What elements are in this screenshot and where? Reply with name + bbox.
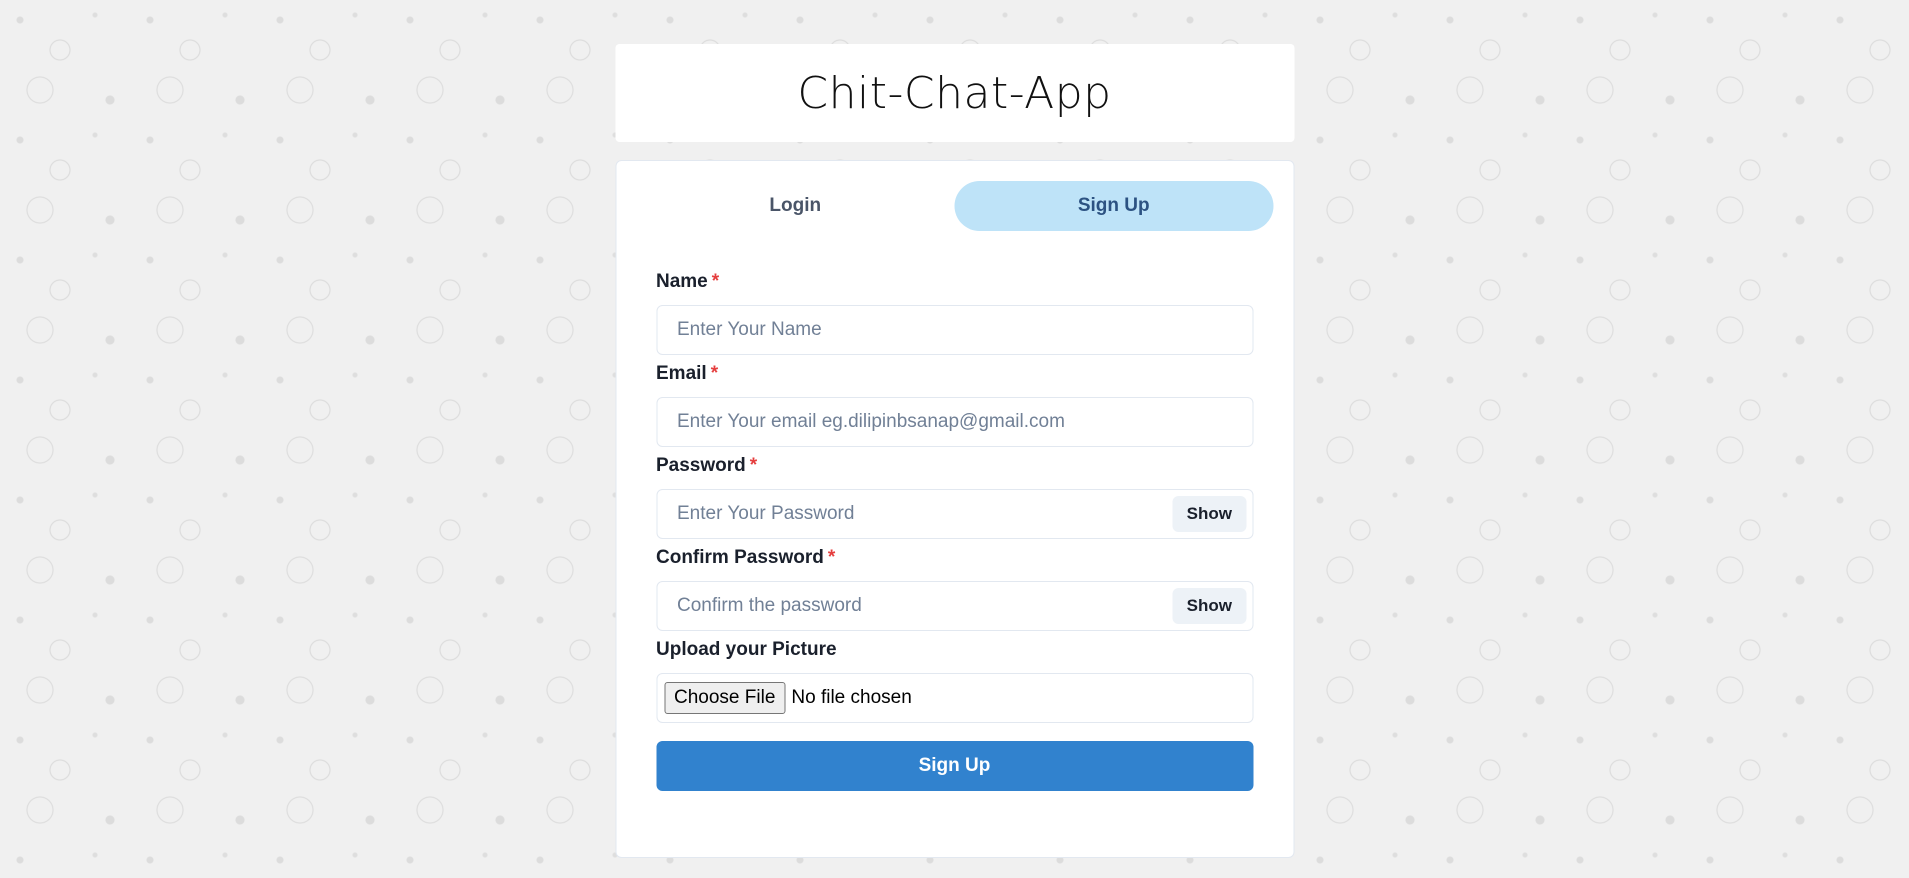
name-label: Name * <box>656 271 1253 293</box>
password-input-wrapper: Show <box>656 489 1253 539</box>
confirm-password-field-group: Confirm Password * Show <box>656 547 1253 631</box>
name-input[interactable] <box>657 319 1252 341</box>
confirm-password-input[interactable] <box>657 595 1252 617</box>
email-label: Email * <box>656 363 1253 385</box>
confirm-password-show-button[interactable]: Show <box>1172 588 1246 624</box>
tab-signup[interactable]: Sign Up <box>954 181 1273 231</box>
password-label-text: Password <box>656 455 746 476</box>
name-field-group: Name * <box>656 271 1253 355</box>
tab-login[interactable]: Login <box>636 181 955 231</box>
email-input[interactable] <box>657 411 1252 433</box>
required-mark: * <box>749 455 758 476</box>
required-mark: * <box>711 271 720 292</box>
email-label-text: Email <box>656 363 707 384</box>
confirm-password-label-text: Confirm Password <box>656 547 824 568</box>
email-field-group: Email * <box>656 363 1253 447</box>
tab-list: Login Sign Up <box>636 181 1273 231</box>
confirm-password-input-wrapper: Show <box>656 581 1253 631</box>
app-title: Chit-Chat-App <box>797 67 1112 119</box>
choose-file-button[interactable]: Choose File <box>664 682 786 714</box>
required-mark: * <box>827 547 836 568</box>
email-input-wrapper <box>656 397 1253 447</box>
signup-submit-button[interactable]: Sign Up <box>656 741 1253 791</box>
picture-field-group: Upload your Picture Choose File No file … <box>656 639 1253 723</box>
password-label: Password * <box>656 455 1253 477</box>
file-input[interactable]: Choose File No file chosen <box>656 673 1253 723</box>
confirm-password-label: Confirm Password * <box>656 547 1253 569</box>
name-label-text: Name <box>656 271 708 292</box>
header-box: Chit-Chat-App <box>615 44 1294 142</box>
auth-container: Chit-Chat-App Login Sign Up Name* Email*… <box>615 0 1294 858</box>
password-show-button[interactable]: Show <box>1172 496 1246 532</box>
password-input[interactable] <box>657 503 1252 525</box>
picture-label: Upload your Picture <box>656 639 837 660</box>
name-input-wrapper <box>656 305 1253 355</box>
required-mark: * <box>710 363 719 384</box>
file-status-text: No file chosen <box>791 687 912 708</box>
password-field-group: Password * Show <box>656 455 1253 539</box>
auth-card: Login Sign Up Name* Email* Password* Sho… <box>615 160 1294 858</box>
